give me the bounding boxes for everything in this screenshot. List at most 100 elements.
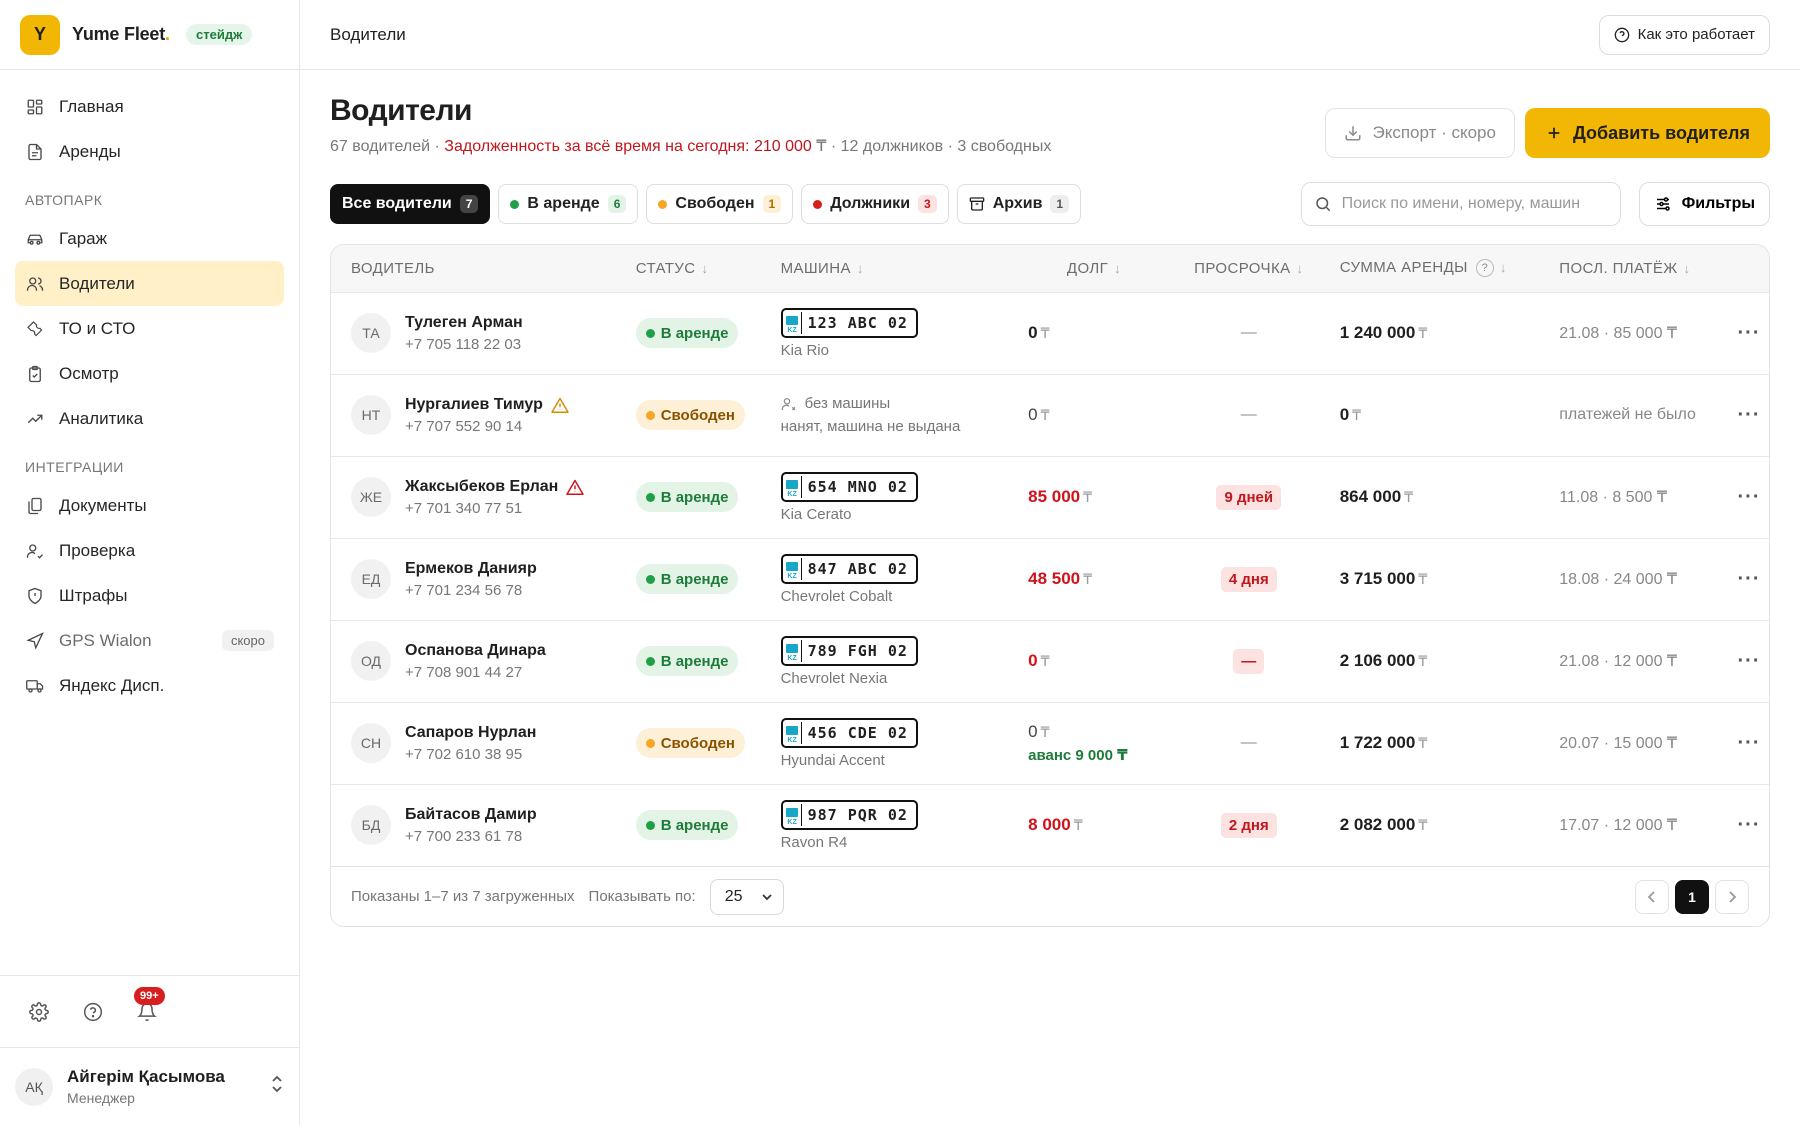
table-row[interactable]: ЕД Ермеков Данияр +7 701 234 56 78 В аренде… (331, 538, 1769, 620)
sidebar-item-users[interactable]: Водители (15, 261, 284, 306)
no-car-note: нанят, машина не выдана (780, 418, 961, 435)
th-car[interactable]: МАШИНА ↓ (781, 245, 1021, 292)
brand-logo[interactable]: Y (20, 14, 60, 55)
search-input[interactable] (1341, 195, 1608, 213)
chevron-updown-icon[interactable] (270, 1074, 284, 1099)
driver-name[interactable]: Байтасов Дамир (405, 806, 537, 824)
document-icon (25, 142, 45, 162)
driver-name[interactable]: Жаксыбеков Ерлан (405, 478, 585, 496)
dashboard-icon (25, 97, 45, 117)
content: Водители 67 водителей · Задолженность за… (300, 70, 1800, 927)
rent-sum-value: 0 (1339, 405, 1350, 424)
driver-avatar: БД (351, 805, 391, 846)
sidebar-item-car[interactable]: Гараж (15, 216, 284, 261)
filter-chip[interactable]: Архив 1 (956, 184, 1082, 224)
car-model: Kia Cerato (780, 505, 852, 523)
sidebar-item-label: Гараж (59, 228, 107, 248)
car-model: Kia Rio (780, 341, 829, 359)
table-row[interactable]: СН Сапаров Нурлан +7 702 610 38 95 Свободен… (331, 702, 1769, 784)
cell-status: Свободен (635, 702, 781, 784)
filter-chip[interactable]: В аренде 6 (498, 184, 639, 224)
th-overdue[interactable]: ПРОСРОЧКА ↓ (1168, 245, 1330, 292)
row-menu-button[interactable]: ··· (1729, 620, 1769, 702)
page-button-current[interactable]: 1 (1675, 879, 1709, 914)
how-it-works-button[interactable]: Как это работает (1598, 14, 1770, 55)
row-menu-button[interactable]: ··· (1729, 292, 1769, 374)
download-icon (1345, 126, 1361, 141)
settings-icon[interactable] (28, 1001, 50, 1023)
add-driver-button[interactable]: Добавить водителя (1524, 108, 1770, 158)
filter-chip[interactable]: Свободен 1 (646, 184, 794, 224)
help-icon[interactable]: ? (1475, 259, 1494, 278)
th-debt-label: ДОЛГ (1066, 259, 1109, 277)
table-row[interactable]: ОД Оспанова Динара +7 708 901 44 27 В аренд… (331, 620, 1769, 702)
clipboard-icon (25, 364, 45, 384)
users-icon (25, 274, 45, 294)
sort-arrow-icon: ↓ (856, 260, 864, 276)
currency-sign: ₸ (1418, 653, 1428, 669)
subtitle-debt: Задолженность за всё время на сегодня: 2… (444, 138, 817, 155)
driver-name[interactable]: Оспанова Динара (405, 642, 546, 660)
sidebar-item-shield[interactable]: Штрафы (15, 573, 284, 618)
sidebar-item-user-check[interactable]: Проверка (15, 528, 284, 573)
bell-icon[interactable]: 99+ (134, 986, 165, 1023)
table-row[interactable]: БД Байтасов Дамир +7 700 233 61 78 В аренде… (331, 784, 1769, 866)
driver-name[interactable]: Ермеков Данияр (405, 560, 537, 578)
driver-name[interactable]: Тулеген Арман (405, 314, 523, 332)
sidebar-item-document[interactable]: Аренды (15, 129, 284, 174)
table-row[interactable]: ЖЕ Жаксыбеков Ерлан +7 701 340 77 51 В арен… (331, 456, 1769, 538)
filters-button[interactable]: Фильтры (1638, 182, 1770, 226)
per-page-select[interactable]: 25 (709, 878, 784, 915)
more-horizontal-icon: ··· (1737, 485, 1761, 508)
row-menu-button[interactable]: ··· (1729, 784, 1769, 866)
th-rent-sum[interactable]: СУММА АРЕНДЫ? ↓ (1330, 245, 1560, 292)
license-plate: KZ 654 MNO 02 (780, 471, 918, 502)
rent-sum-value: 1 722 000 (1339, 733, 1416, 752)
chevron-down-icon (762, 893, 772, 900)
filter-chip[interactable]: Должники 3 (801, 184, 949, 224)
sidebar-item-clipboard[interactable]: Осмотр (15, 351, 284, 396)
warning-icon (566, 479, 585, 495)
status-badge: В аренде (635, 564, 739, 594)
driver-avatar: НТ (351, 395, 391, 435)
row-menu-button[interactable]: ··· (1729, 374, 1769, 456)
prev-page-button[interactable] (1635, 879, 1669, 914)
export-button[interactable]: Экспорт · скоро (1325, 108, 1515, 158)
th-last-payment[interactable]: ПОСЛ. ПЛАТЁЖ ↓ (1559, 245, 1729, 292)
th-driver[interactable]: ВОДИТЕЛЬ (331, 245, 636, 292)
sidebar-item-truck[interactable]: Яндекс Дисп. (15, 663, 284, 708)
table-row[interactable]: НТ Нургалиев Тимур +7 707 552 90 14 Свободе… (331, 374, 1769, 456)
sidebar-item-dashboard[interactable]: Главная (15, 84, 284, 129)
plate-number: 654 MNO 02 (807, 477, 908, 496)
status-badge: Свободен (635, 400, 745, 430)
sidebar-item-navigation[interactable]: GPS Wialon скоро (15, 618, 284, 663)
brand-name[interactable]: Yume Fleet. (72, 24, 174, 45)
help-circle-icon[interactable] (82, 1001, 104, 1023)
sort-arrow-icon: ↓ (1114, 260, 1122, 276)
driver-name[interactable]: Сапаров Нурлан (405, 724, 536, 742)
user-menu[interactable]: AҚ Айгерім Қасымова Менеджер (0, 1047, 299, 1125)
row-menu-button[interactable]: ··· (1729, 538, 1769, 620)
sidebar-item-trend[interactable]: Аналитика (15, 396, 284, 441)
main: Водители Как это работает Водители 67 во… (300, 0, 1800, 1125)
row-menu-button[interactable]: ··· (1729, 702, 1769, 784)
sidebar-tools: 99+ (0, 975, 299, 1047)
notification-count-badge: 99+ (134, 986, 165, 1005)
next-page-button[interactable] (1715, 879, 1749, 914)
cell-driver: ЕД Ермеков Данияр +7 701 234 56 78 (331, 538, 636, 620)
cell-driver: ЖЕ Жаксыбеков Ерлан +7 701 340 77 51 (331, 456, 636, 538)
cell-overdue: — (1168, 374, 1330, 456)
driver-name[interactable]: Нургалиев Тимур (405, 396, 569, 414)
th-debt[interactable]: ДОЛГ ↓ (1020, 245, 1168, 292)
table-row[interactable]: ТА Тулеген Арман +7 705 118 22 03 В аренде K… (331, 292, 1769, 374)
driver-avatar: ЕД (351, 559, 391, 599)
th-status[interactable]: СТАТУС ↓ (636, 245, 781, 292)
filter-chip[interactable]: Все водители 7 (330, 184, 491, 224)
status-label: В аренде (660, 570, 729, 588)
status-badge: В аренде (635, 482, 739, 512)
sidebar-item-documents[interactable]: Документы (15, 483, 284, 528)
search-box[interactable] (1300, 182, 1621, 226)
sidebar-item-wrench[interactable]: ТО и СТО (15, 306, 284, 351)
row-menu-button[interactable]: ··· (1729, 456, 1769, 538)
debt-amount: 0 ₸ (1028, 722, 1168, 742)
